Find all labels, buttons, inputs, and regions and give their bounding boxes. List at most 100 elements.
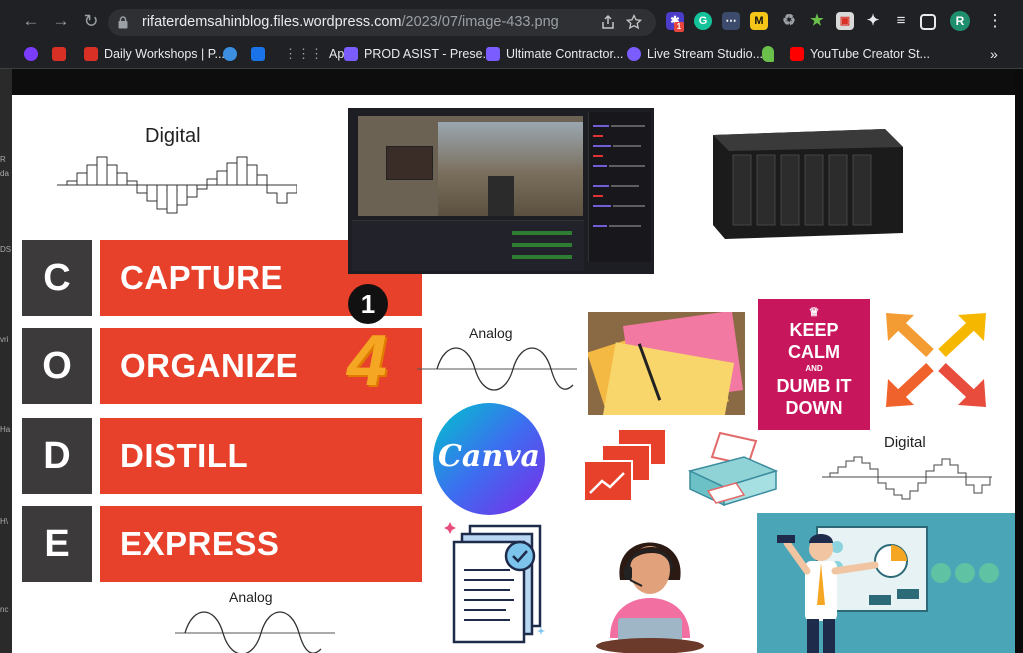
gutter-text: nc bbox=[0, 605, 9, 614]
bookmark-label: YouTube Creator St... bbox=[810, 47, 930, 61]
code-row: D DISTILL bbox=[22, 418, 422, 494]
recycle-icon[interactable]: ♻ bbox=[780, 12, 798, 30]
keep-calm-line: DOWN bbox=[785, 398, 843, 418]
canva-text: Canva bbox=[438, 439, 540, 474]
restream-icon bbox=[486, 47, 500, 61]
streaming-software-screenshot bbox=[348, 108, 654, 274]
digital-waveform-right bbox=[822, 456, 992, 500]
code-row: E EXPRESS bbox=[22, 506, 422, 582]
clapper-icon bbox=[84, 47, 98, 61]
keep-calm-line: KEEP bbox=[789, 320, 839, 340]
code-letter: D bbox=[22, 418, 92, 494]
weapon-shape bbox=[488, 176, 514, 216]
gutter-text: R bbox=[0, 155, 6, 164]
bookmark-blue-doc-icon[interactable] bbox=[251, 47, 265, 61]
audio-meter bbox=[512, 255, 572, 259]
media-queue-icon[interactable]: ≡ bbox=[892, 12, 910, 30]
star-extension-icon[interactable]: ★ bbox=[808, 12, 826, 30]
bookmark-ultimate-contractor[interactable]: Ultimate Contractor... bbox=[486, 45, 623, 63]
code-word: DISTILL bbox=[100, 418, 422, 494]
back-icon[interactable]: ← bbox=[22, 12, 40, 30]
code-letter: C bbox=[22, 240, 92, 316]
bookmark-prod-asist[interactable]: PROD ASIST - Prese... bbox=[344, 45, 493, 63]
canva-logo: Canva bbox=[433, 403, 545, 515]
keep-calm-line: AND bbox=[805, 364, 823, 373]
right-edge bbox=[1015, 69, 1023, 653]
url-host: rifaterdemsahinblog.files.wordpress.com bbox=[142, 14, 402, 30]
side-panel-icon[interactable] bbox=[920, 14, 936, 30]
restream-icon bbox=[627, 47, 641, 61]
bookmarks-bar: Daily Workshops | P... ⋮⋮⋮Apps PROD ASIS… bbox=[0, 40, 1023, 69]
lock-icon[interactable] bbox=[118, 16, 128, 29]
chat-lines bbox=[593, 125, 645, 227]
number-four-graphic: 4 bbox=[347, 321, 388, 401]
gutter-text: H\ bbox=[0, 517, 8, 526]
nas-storage-device bbox=[713, 129, 903, 239]
youtube-icon bbox=[790, 47, 804, 61]
url-path: /2023/07/image-433.png bbox=[401, 14, 559, 30]
presentation-slides-icon bbox=[583, 429, 667, 502]
reload-icon[interactable]: ↻ bbox=[82, 12, 100, 30]
keep-calm-line: DUMB IT bbox=[776, 376, 852, 396]
digital-waveform-top bbox=[57, 156, 297, 214]
number-one-badge: 1 bbox=[348, 284, 388, 324]
gutter-text: da bbox=[0, 169, 9, 178]
background-window-strip: R da DS vri Ha H\ nc bbox=[0, 69, 12, 653]
dots-extension-icon[interactable]: ⋯ bbox=[722, 12, 740, 30]
gutter-text: DS bbox=[0, 245, 12, 254]
colored-papers-photo bbox=[588, 312, 745, 415]
miro-icon[interactable]: M bbox=[750, 12, 768, 30]
restream-icon bbox=[344, 47, 358, 61]
audio-meter bbox=[512, 243, 572, 247]
bookmarks-overflow-button[interactable]: » bbox=[990, 45, 998, 63]
game-preview bbox=[358, 116, 583, 216]
bookmark-label: Ultimate Contractor... bbox=[506, 47, 624, 61]
analog-label-bottom: Analog bbox=[229, 589, 273, 605]
bookmark-daily-workshops[interactable]: Daily Workshops | P... bbox=[84, 45, 225, 63]
keep-calm-line: CALM bbox=[788, 342, 840, 362]
bookmark-label: Daily Workshops | P... bbox=[104, 47, 225, 61]
menu-kebab-icon[interactable]: ⋮ bbox=[986, 12, 1004, 30]
audio-meter bbox=[512, 231, 572, 235]
bookmark-red-icon[interactable] bbox=[52, 47, 66, 61]
profile-avatar[interactable]: R bbox=[950, 11, 970, 31]
analog-waveform-middle bbox=[417, 347, 577, 391]
screenshot-extension-icon[interactable]: ▣ bbox=[836, 12, 854, 30]
bookmark-label: Live Stream Studio... bbox=[647, 47, 764, 61]
analog-label-middle: Analog bbox=[469, 325, 513, 341]
browser-toolbar: ← → ↻ rifaterdemsahinblog.files.wordpres… bbox=[0, 0, 1023, 40]
scenes-sources-panels bbox=[352, 220, 584, 271]
share-icon[interactable] bbox=[600, 14, 616, 30]
bookmark-star-icon[interactable] bbox=[626, 14, 642, 30]
webcam-overlay bbox=[386, 146, 433, 180]
bookmark-live-stream-studio[interactable]: Live Stream Studio... bbox=[627, 45, 763, 63]
presenter-chart-illustration bbox=[757, 513, 1015, 653]
forward-icon[interactable]: → bbox=[52, 12, 70, 30]
printer-icon bbox=[687, 431, 779, 507]
code-letter: E bbox=[22, 506, 92, 582]
keep-calm-poster: ♕ KEEP CALM AND DUMB IT DOWN bbox=[758, 299, 870, 430]
grammarly-icon[interactable]: G bbox=[694, 12, 712, 30]
support-agent-illustration bbox=[596, 542, 704, 653]
gutter-text: Ha bbox=[0, 425, 11, 434]
gutter-text: vri bbox=[0, 335, 9, 344]
analog-waveform-bottom bbox=[175, 611, 335, 653]
digital-label-right: Digital bbox=[884, 434, 926, 451]
address-bar[interactable]: rifaterdemsahinblog.files.wordpress.com/… bbox=[108, 9, 656, 36]
leaf-bookmark-icon[interactable] bbox=[762, 46, 774, 62]
apps-grid-icon: ⋮⋮⋮ bbox=[284, 46, 323, 61]
bookmark-label: PROD ASIST - Prese... bbox=[364, 47, 493, 61]
extensions-puzzle-icon[interactable]: ✦ bbox=[864, 12, 882, 30]
chat-panel bbox=[588, 112, 651, 262]
presenter-scene bbox=[777, 526, 999, 653]
image-viewer-top-bar bbox=[12, 69, 1015, 95]
crown-icon: ♕ bbox=[808, 305, 820, 319]
code-letter: O bbox=[22, 328, 92, 404]
code-word: EXPRESS bbox=[100, 506, 422, 582]
wordpress-icon[interactable] bbox=[223, 47, 237, 61]
collage-image: Digital C CAPTURE O ORGANIZE D DISTILL E EXP… bbox=[12, 95, 1015, 653]
url-text[interactable]: rifaterdemsahinblog.files.wordpress.com/… bbox=[142, 14, 559, 30]
bookmark-youtube-creator[interactable]: YouTube Creator St... bbox=[790, 45, 930, 63]
extension-badge: 1 bbox=[674, 22, 684, 32]
bookmark-firefox-like-icon[interactable] bbox=[24, 47, 38, 61]
